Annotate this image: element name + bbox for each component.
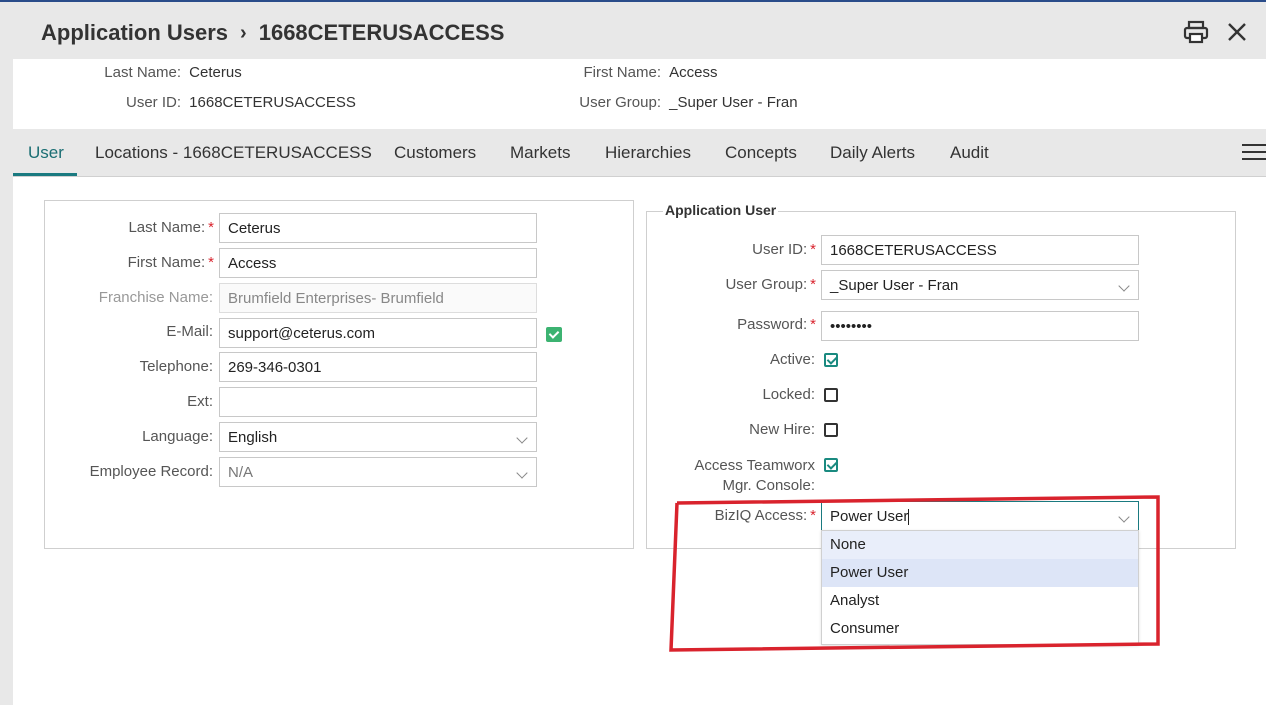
summary-last-name: Last Name: Ceterus — [60, 64, 242, 81]
user-id-field[interactable]: 1668CETERUSACCESS — [821, 235, 1139, 265]
active-tab-underline — [13, 173, 77, 176]
summary-user-id: User ID: 1668CETERUSACCESS — [60, 94, 356, 111]
summary-user-id-label: User ID: — [125, 94, 181, 111]
language-select[interactable]: English — [219, 422, 537, 452]
summary-user-group-label: User Group: — [579, 94, 661, 111]
chevron-down-icon — [1118, 280, 1130, 292]
summary-user-id-value: 1668CETERUSACCESS — [189, 94, 356, 111]
tab-locations[interactable]: Locations - 1668CETERUSACCESS — [95, 143, 372, 163]
summary-first-name-value: Access — [669, 64, 718, 81]
application-user-legend: Application User — [663, 202, 779, 218]
telephone-field[interactable]: 269-346-0301 — [219, 352, 537, 382]
access-teamworx-label: Access Teamworx Mgr. Console: — [694, 457, 815, 494]
first-name-field[interactable]: Access — [219, 248, 537, 278]
bizio-access-dropdown: None Power User Analyst Consumer — [821, 530, 1139, 645]
option-consumer[interactable]: Consumer — [822, 615, 1138, 643]
active-label: Active: — [769, 351, 815, 368]
email-label: E-Mail: — [166, 323, 213, 340]
language-value: English — [228, 429, 278, 446]
print-icon[interactable] — [1183, 20, 1209, 44]
user-group-value: _Super User - Fran — [830, 277, 959, 294]
employee-record-select[interactable]: N/A — [219, 457, 537, 487]
bizio-access-label: BizIQ Access: * — [714, 507, 816, 524]
employee-record-value: N/A — [228, 464, 254, 481]
ext-label: Ext: — [187, 393, 213, 410]
ext-field[interactable] — [219, 387, 537, 417]
email-verified-icon — [546, 327, 562, 342]
language-label: Language: — [142, 428, 213, 445]
user-group-label: User Group: * — [725, 276, 816, 293]
last-name-label: Last Name: * — [128, 219, 214, 236]
tab-hierarchies[interactable]: Hierarchies — [605, 143, 691, 163]
summary-last-name-value: Ceterus — [189, 64, 242, 81]
breadcrumb-separator: › — [240, 21, 247, 44]
user-id-label: User ID: * — [752, 241, 816, 258]
tab-daily-alerts[interactable]: Daily Alerts — [830, 143, 915, 163]
option-none[interactable]: None — [822, 531, 1138, 559]
summary-first-name-label: First Name: — [583, 64, 661, 81]
chevron-down-icon — [516, 467, 528, 479]
chevron-down-icon — [516, 432, 528, 444]
summary-last-name-label: Last Name: — [104, 64, 181, 81]
breadcrumb-root[interactable]: Application Users — [41, 20, 228, 46]
bizio-access-value: Power User — [830, 508, 909, 525]
summary-user-group-value: _Super User - Fran — [669, 94, 798, 111]
option-power-user[interactable]: Power User — [822, 559, 1138, 587]
first-name-label: First Name: * — [127, 254, 214, 271]
active-checkbox[interactable] — [824, 353, 838, 367]
new-hire-label: New Hire: — [749, 421, 815, 438]
tab-bar: User Locations - 1668CETERUSACCESS Custo… — [13, 129, 1266, 177]
tab-concepts[interactable]: Concepts — [725, 143, 797, 163]
title-bar: Application Users › 1668CETERUSACCESS — [0, 2, 1266, 59]
breadcrumb: Application Users › 1668CETERUSACCESS — [41, 20, 504, 46]
access-teamworx-checkbox[interactable] — [824, 458, 838, 472]
tab-markets[interactable]: Markets — [510, 143, 570, 163]
employee-record-label: Employee Record: — [89, 463, 213, 480]
left-strip — [0, 59, 13, 705]
last-name-field[interactable]: Ceterus — [219, 213, 537, 243]
tab-audit[interactable]: Audit — [950, 143, 989, 163]
email-field[interactable]: support@ceterus.com — [219, 318, 537, 348]
telephone-label: Telephone: — [139, 358, 213, 375]
option-analyst[interactable]: Analyst — [822, 587, 1138, 615]
franchise-name-label: Franchise Name: — [98, 289, 213, 306]
bizio-access-select[interactable]: Power User — [821, 501, 1139, 531]
text-cursor — [908, 509, 910, 526]
password-label: Password: * — [737, 316, 816, 333]
new-hire-checkbox[interactable] — [824, 423, 838, 437]
locked-checkbox[interactable] — [824, 388, 838, 402]
tab-customers[interactable]: Customers — [394, 143, 476, 163]
franchise-name-field: Brumfield Enterprises- Brumfield — [219, 283, 537, 313]
close-icon[interactable] — [1226, 21, 1248, 43]
locked-label: Locked: — [762, 386, 815, 403]
tab-user[interactable]: User — [28, 143, 64, 163]
summary-first-name: First Name: Access — [540, 64, 718, 81]
password-field[interactable]: •••••••• — [821, 311, 1139, 341]
user-group-select[interactable]: _Super User - Fran — [821, 270, 1139, 300]
hamburger-menu-icon[interactable] — [1242, 144, 1266, 162]
chevron-down-icon — [1118, 511, 1130, 523]
summary-user-group: User Group: _Super User - Fran — [540, 94, 798, 111]
breadcrumb-current: 1668CETERUSACCESS — [258, 20, 505, 45]
